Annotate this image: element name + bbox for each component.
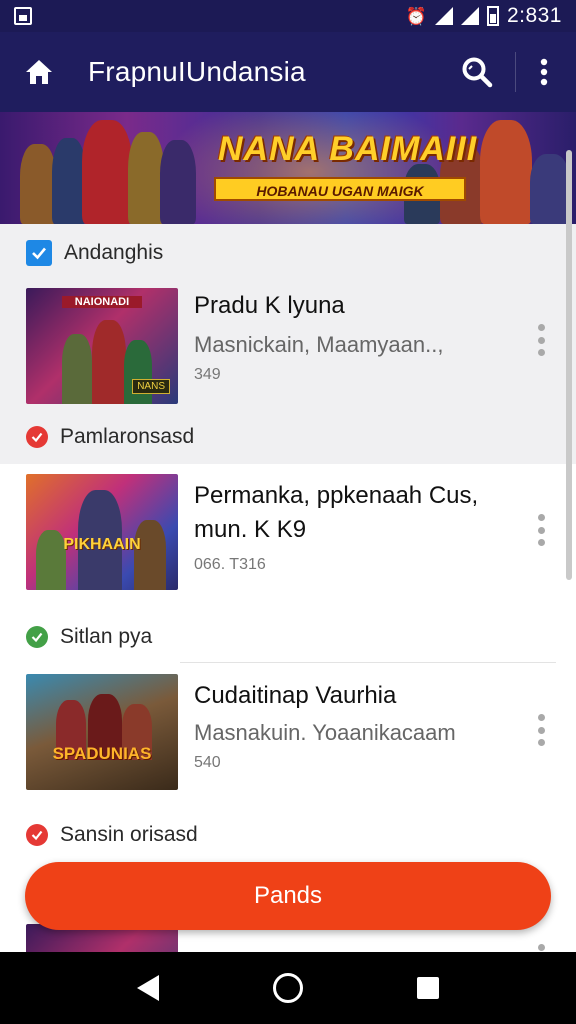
banner-hero-figure bbox=[128, 132, 164, 224]
section-header: Sitlan pya bbox=[0, 616, 576, 658]
banner-hero-figure bbox=[52, 138, 86, 224]
item-more-button[interactable] bbox=[536, 324, 546, 356]
item-subtitle: Masnickain, Maamyaan.., bbox=[194, 332, 444, 357]
item-title-line2: mun. K K9 bbox=[194, 516, 307, 543]
banner-title: NANA BAIMAIII bbox=[218, 130, 478, 168]
banner-hero-figure bbox=[20, 144, 56, 224]
item-title: Cudaitinap Vaurhia bbox=[194, 682, 397, 709]
section-label: Sansin orisasd bbox=[60, 823, 198, 846]
signal-icon bbox=[460, 7, 479, 25]
item-meta: 066. T316 bbox=[194, 556, 266, 573]
home-circle-icon[interactable] bbox=[273, 973, 303, 1003]
app-bar: FrapnuIUndansia bbox=[0, 32, 576, 112]
item-title: Permanka, ppkenaah Cus, bbox=[194, 482, 479, 509]
game-thumbnail: NAIONADI NANS bbox=[26, 288, 178, 404]
overflow-menu-button[interactable] bbox=[534, 52, 554, 92]
clock: 2:831 bbox=[506, 4, 562, 27]
wifi-icon bbox=[434, 7, 453, 25]
home-icon bbox=[26, 60, 52, 84]
section-header: Sansin orisasd bbox=[0, 814, 576, 856]
search-button[interactable] bbox=[457, 52, 497, 92]
list-item[interactable]: SPADUNIAS Cudaitinap Vaurhia Masnakuin. … bbox=[0, 668, 576, 808]
more-vert-icon bbox=[540, 58, 548, 86]
banner-hero-figure bbox=[160, 140, 196, 224]
game-thumbnail: PIKHAAIN bbox=[26, 474, 178, 590]
battery-icon bbox=[486, 6, 499, 26]
status-bar: ⏰ 2:831 bbox=[0, 0, 576, 32]
item-title: Pradu K lyuna bbox=[194, 292, 345, 319]
section-label: Pamlaronsasd bbox=[60, 425, 195, 448]
item-more-button[interactable] bbox=[536, 514, 546, 546]
primary-action-button[interactable]: Pands bbox=[25, 862, 551, 930]
thumbnail-caption: PIKHAAIN bbox=[63, 536, 141, 553]
thumbnail-caption: NAIONADI bbox=[62, 296, 142, 308]
app-bar-divider bbox=[515, 52, 516, 92]
recents-icon[interactable] bbox=[417, 977, 439, 999]
thumbnail-caption: SPADUNIAS bbox=[52, 744, 152, 763]
game-list: Andanghis NAIONADI NANS Pradu K lyuna Ma… bbox=[0, 224, 576, 952]
divider bbox=[180, 662, 556, 663]
thumbnail-badge: NANS bbox=[132, 379, 170, 394]
search-icon bbox=[462, 57, 493, 88]
item-meta: 540 bbox=[194, 754, 221, 771]
item-more-button[interactable] bbox=[536, 714, 546, 746]
home-button[interactable] bbox=[22, 55, 56, 89]
list-item[interactable]: NAIONADI NANS Pradu K lyuna Masnickain, … bbox=[0, 282, 576, 422]
item-subtitle: Masnakuin. Yoaanikacaam bbox=[194, 720, 456, 745]
section-label: Sitlan pya bbox=[60, 625, 153, 648]
scrollbar[interactable] bbox=[566, 150, 572, 580]
check-badge-icon bbox=[26, 626, 48, 648]
notification-icon bbox=[14, 7, 32, 25]
item-meta: 349 bbox=[194, 366, 221, 383]
list-item[interactable]: PIKHAAIN Permanka, ppkenaah Cus, mun. K … bbox=[0, 468, 576, 608]
status-icons: ⏰ 2:831 bbox=[406, 4, 562, 28]
section-header: Pamlaronsasd bbox=[0, 416, 576, 458]
game-thumbnail: SPADUNIAS bbox=[26, 674, 178, 790]
promo-banner[interactable]: NANA BAIMAIII HOBANAU UGAN MAIGK bbox=[0, 112, 576, 224]
section-label: Andanghis bbox=[64, 241, 164, 264]
banner-hero-figure bbox=[530, 154, 570, 224]
banner-subtitle: HOBANAU UGAN MAIGK bbox=[214, 177, 466, 201]
check-badge-icon bbox=[26, 824, 48, 846]
banner-hero-figure bbox=[82, 120, 132, 224]
check-badge-icon bbox=[26, 426, 48, 448]
section-header: Andanghis bbox=[0, 232, 576, 274]
app-title: FrapnuIUndansia bbox=[88, 56, 306, 87]
system-nav-bar bbox=[0, 952, 576, 1024]
banner-hero-figure bbox=[480, 120, 532, 224]
alarm-icon: ⏰ bbox=[405, 6, 427, 26]
item-more-button[interactable] bbox=[536, 944, 546, 952]
back-icon[interactable] bbox=[137, 975, 159, 1001]
checkbox-checked-icon[interactable] bbox=[26, 240, 52, 266]
